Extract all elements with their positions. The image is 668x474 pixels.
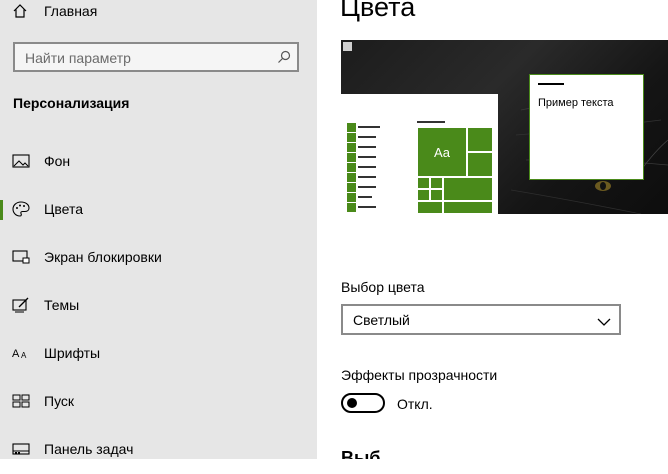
sidebar-item-lock-screen[interactable]: Экран блокировки (0, 234, 317, 282)
home-icon (12, 3, 32, 19)
toggle-knob (347, 398, 357, 408)
sidebar-item-themes[interactable]: Темы (0, 282, 317, 330)
image-icon (12, 153, 30, 169)
transparency-toggle[interactable] (341, 393, 385, 413)
start-icon (12, 393, 30, 409)
sidebar-item-fonts[interactable]: AA Шрифты (0, 330, 317, 378)
transparency-state: Откл. (397, 396, 433, 412)
search-placeholder: Найти параметр (25, 50, 131, 66)
section-title: Персонализация (13, 95, 130, 111)
page-title: Цвета (340, 0, 416, 22)
next-section-heading: Выб (341, 448, 381, 459)
color-choice-label: Выбор цвета (341, 279, 425, 295)
svg-text:A: A (21, 351, 27, 360)
sidebar-item-start[interactable]: Пуск (0, 378, 317, 426)
sidebar-item-label: Шрифты (44, 345, 101, 361)
sidebar-item-label: Панель задач (44, 441, 134, 457)
sidebar-item-label: Цвета (44, 201, 83, 217)
color-choice-value: Светлый (353, 312, 410, 328)
tiles-preview: Aa (417, 127, 493, 214)
lock-screen-icon (12, 249, 30, 265)
sample-window-preview: Пример текста (529, 74, 644, 180)
transparency-label: Эффекты прозрачности (341, 367, 498, 383)
themes-icon (12, 297, 30, 313)
palette-icon (12, 201, 30, 217)
theme-preview: Aa Пример текста (341, 40, 668, 214)
sidebar-item-label: Пуск (44, 393, 75, 409)
active-indicator (0, 200, 3, 220)
svg-text:A: A (12, 348, 20, 360)
sidebar-nav: Фон Цвета Экран блокировки Темы AA Шрифт… (0, 138, 317, 474)
sample-text: Пример текста (538, 97, 614, 109)
fonts-icon: AA (12, 345, 30, 361)
search-icon[interactable] (277, 50, 291, 64)
sidebar-item-taskbar[interactable]: Панель задач (0, 426, 317, 474)
search-input[interactable]: Найти параметр (13, 42, 299, 72)
sidebar-item-background[interactable]: Фон (0, 138, 317, 186)
tiles-header-preview (417, 121, 445, 123)
home-link[interactable]: Главная (12, 0, 97, 22)
sidebar: Главная Найти параметр Персонализация Фо… (0, 0, 317, 459)
sample-window-titlebar (538, 83, 564, 85)
chevron-down-icon (597, 314, 611, 326)
home-label: Главная (44, 3, 98, 19)
start-menu-preview: Aa (341, 94, 498, 214)
taskbar-icon (12, 441, 30, 457)
sidebar-item-label: Экран блокировки (44, 249, 162, 265)
recycle-bin-icon (343, 42, 352, 51)
tile-aa: Aa (417, 127, 467, 177)
color-choice-dropdown[interactable]: Светлый (341, 304, 621, 335)
main-content: Цвета Aa Пример текста Выбор цвета Светл… (317, 0, 668, 459)
sidebar-item-label: Темы (44, 297, 80, 313)
app-list-preview (347, 122, 380, 212)
sidebar-item-colors[interactable]: Цвета (0, 186, 317, 234)
sidebar-item-label: Фон (44, 153, 71, 169)
